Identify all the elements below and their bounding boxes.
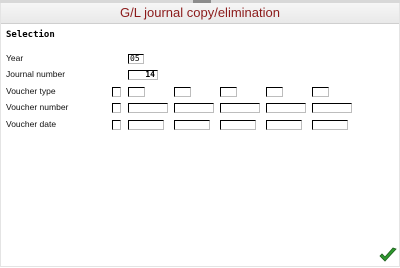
voucher-date-label: Voucher date xyxy=(6,119,57,129)
voucher-number-field-2[interactable] xyxy=(174,103,214,113)
voucher-number-field-4[interactable] xyxy=(266,103,306,113)
voucher-date-checkbox[interactable] xyxy=(112,120,121,130)
window-frame xyxy=(0,0,400,267)
voucher-type-field-4[interactable] xyxy=(266,87,283,97)
journal-number-label: Journal number xyxy=(6,69,66,79)
voucher-type-field-1[interactable] xyxy=(128,87,145,97)
section-title: Selection xyxy=(6,30,55,40)
voucher-date-field-1[interactable] xyxy=(128,120,164,130)
voucher-number-field-5[interactable] xyxy=(312,103,352,113)
voucher-number-checkbox[interactable] xyxy=(112,103,121,113)
voucher-date-field-5[interactable] xyxy=(312,120,348,130)
year-field[interactable]: 05 xyxy=(128,54,144,64)
voucher-date-field-4[interactable] xyxy=(266,120,302,130)
journal-number-field[interactable]: 14 xyxy=(128,70,158,80)
voucher-date-field-2[interactable] xyxy=(174,120,210,130)
voucher-type-checkbox[interactable] xyxy=(112,87,121,97)
year-label: Year xyxy=(6,53,24,63)
window-title: G/L journal copy/elimination xyxy=(120,5,280,20)
voucher-number-field-1[interactable] xyxy=(128,103,168,113)
voucher-type-field-2[interactable] xyxy=(174,87,191,97)
voucher-type-field-3[interactable] xyxy=(220,87,237,97)
voucher-date-field-3[interactable] xyxy=(220,120,256,130)
voucher-number-field-3[interactable] xyxy=(220,103,260,113)
voucher-type-field-5[interactable] xyxy=(312,87,329,97)
green-checkmark-icon xyxy=(379,247,397,262)
ok-button[interactable] xyxy=(379,247,397,263)
voucher-type-label: Voucher type xyxy=(6,86,56,96)
title-bar: G/L journal copy/elimination xyxy=(1,3,399,24)
voucher-number-label: Voucher number xyxy=(6,102,69,112)
